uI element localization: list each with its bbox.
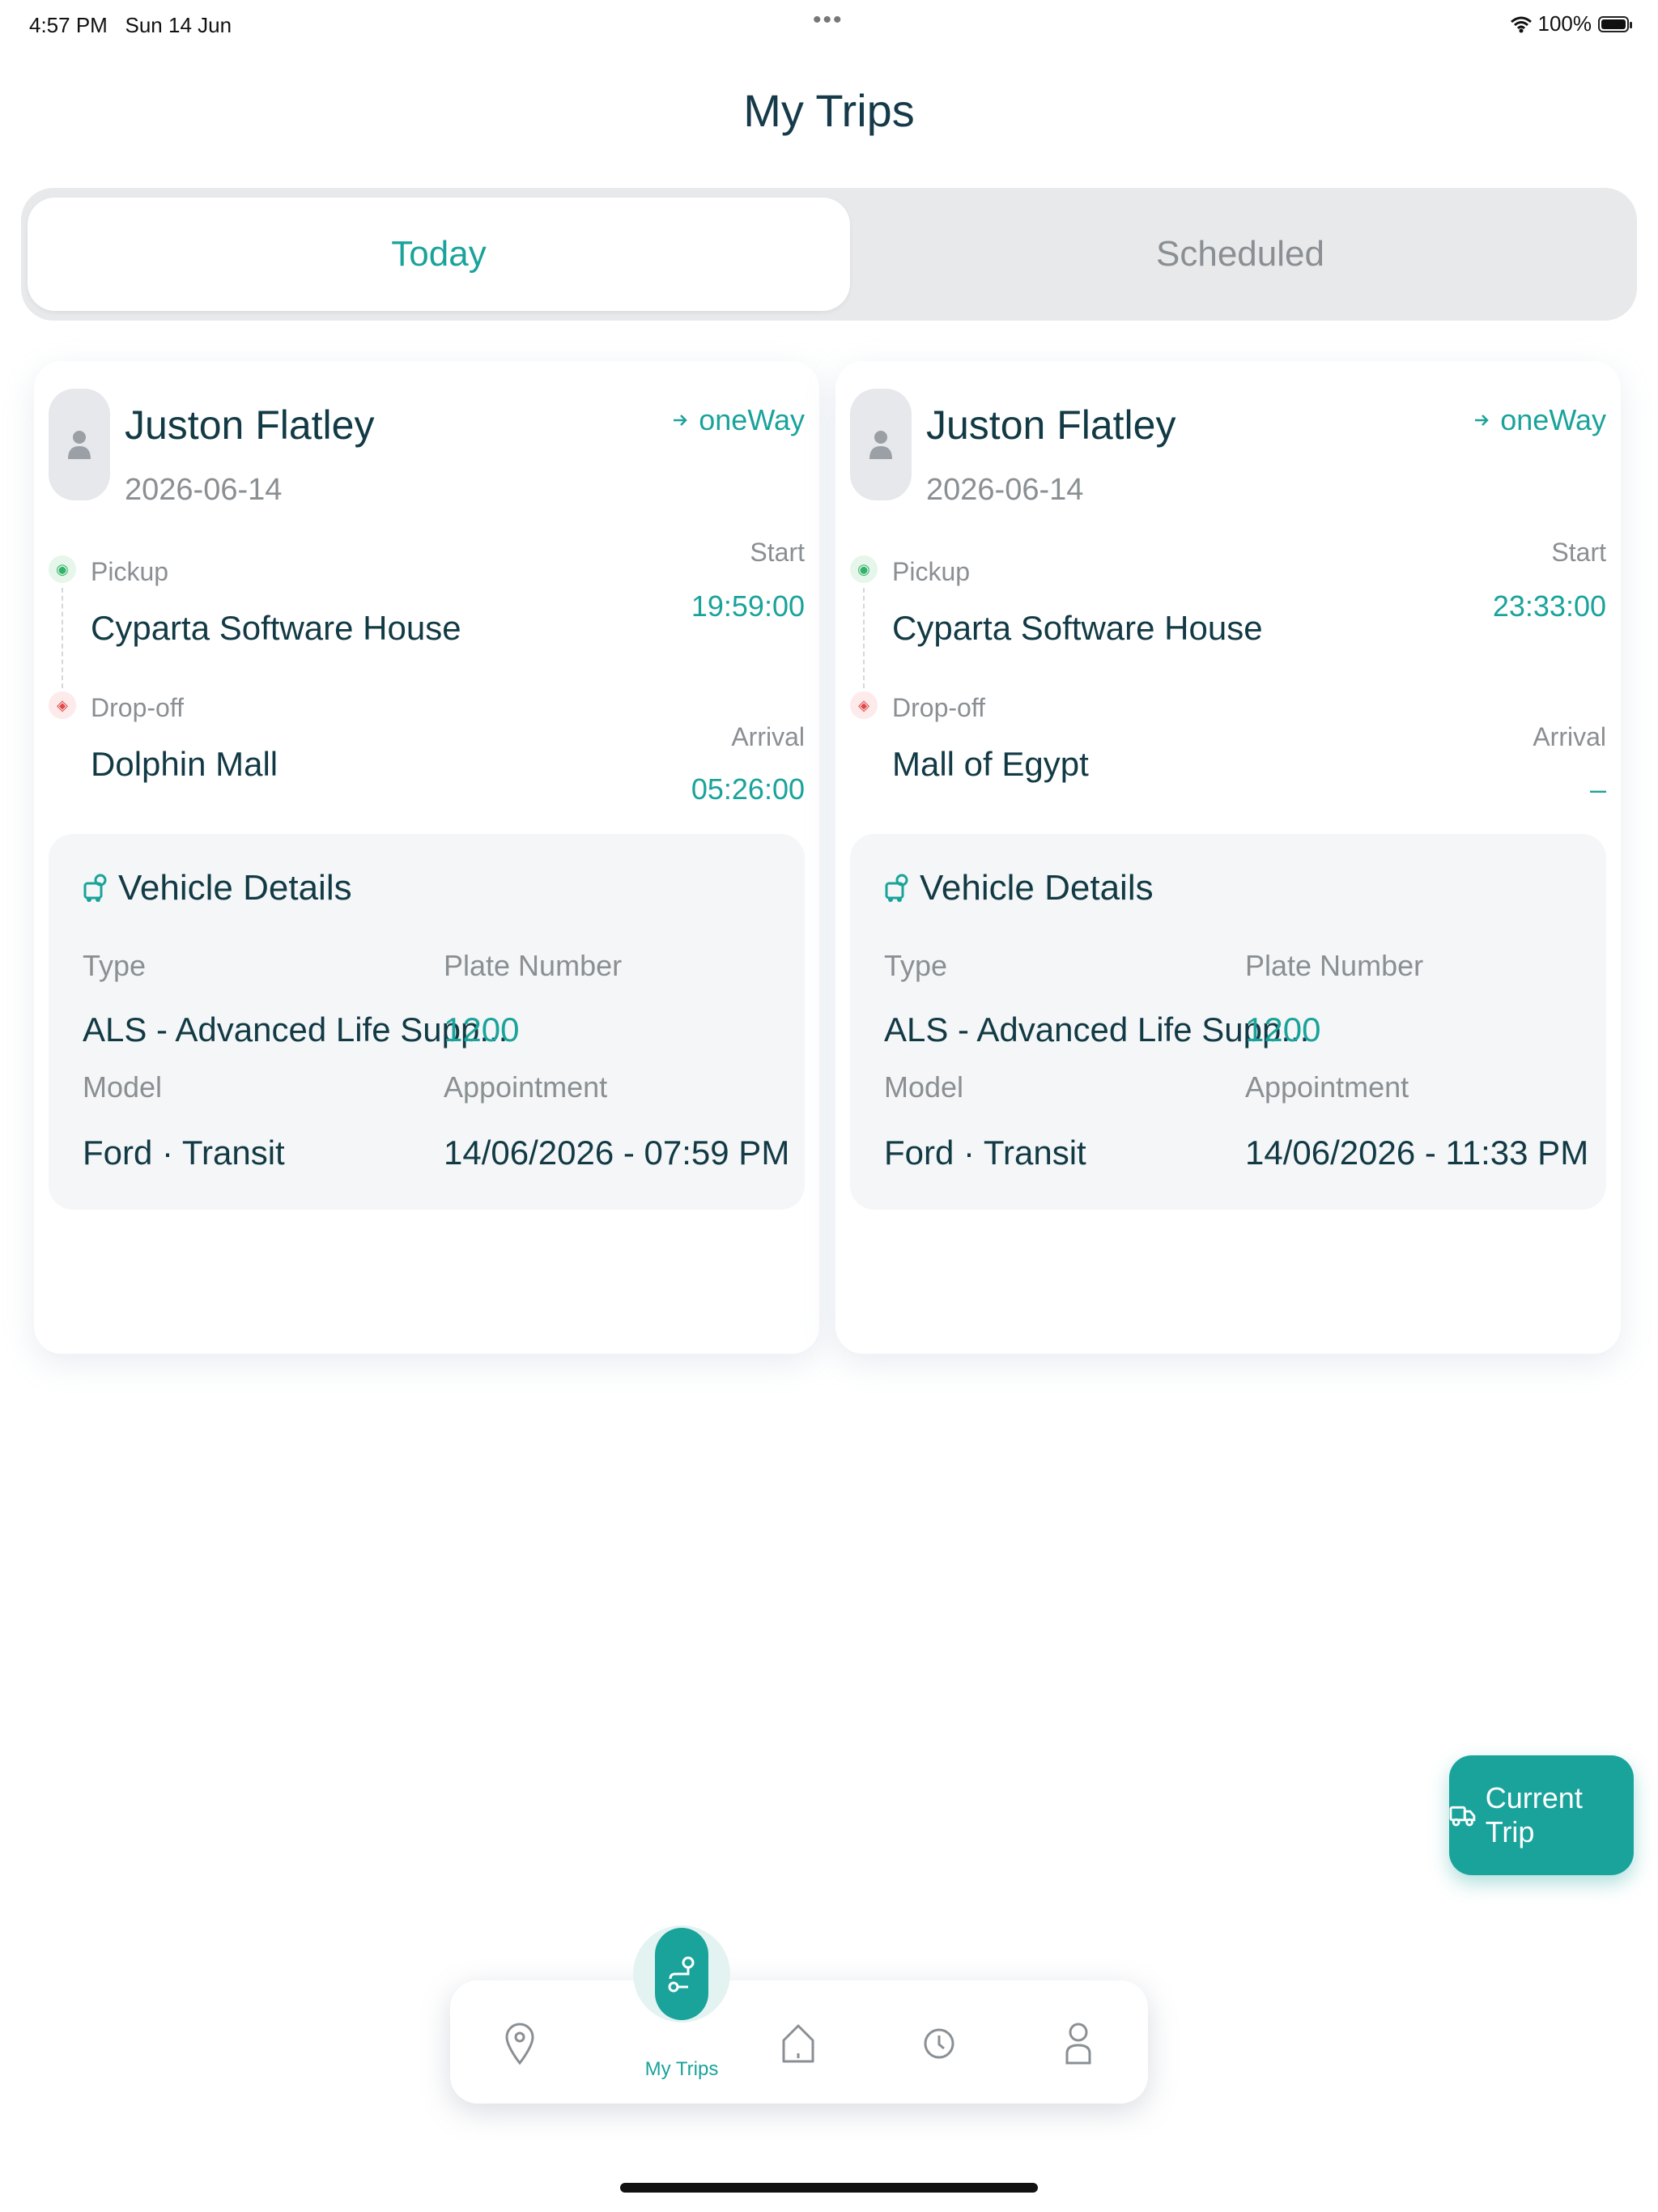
arrival-time: – bbox=[1589, 772, 1606, 806]
status-right: 100% bbox=[1510, 11, 1632, 36]
location-pin-icon bbox=[505, 2023, 534, 2065]
avatar bbox=[49, 389, 110, 500]
pickup-label: Pickup bbox=[892, 557, 971, 586]
profile-icon bbox=[1065, 2023, 1091, 2065]
nav-home[interactable] bbox=[766, 2011, 831, 2076]
vehicle-details-label: Vehicle Details bbox=[920, 868, 1154, 908]
arrival-label: Arrival bbox=[1533, 722, 1606, 751]
vehicle-icon bbox=[83, 874, 107, 902]
nav-my-trips-pill bbox=[655, 1928, 708, 2020]
trip-type-label: oneWay bbox=[699, 403, 805, 436]
dropoff-pin-icon: ◈ bbox=[850, 691, 878, 719]
passenger-name: Juston Flatley bbox=[125, 402, 375, 448]
trip-type-label: oneWay bbox=[1500, 403, 1606, 436]
user-icon bbox=[869, 431, 892, 459]
appointment-label: Appointment bbox=[444, 1070, 608, 1104]
dropoff-location: Mall of Egypt bbox=[892, 745, 1089, 783]
arrival-time: 05:26:00 bbox=[691, 772, 805, 806]
clock-icon bbox=[924, 2028, 954, 2059]
route-line bbox=[863, 588, 865, 688]
nav-my-trips-label[interactable]: My Trips bbox=[609, 2058, 755, 2081]
start-label: Start bbox=[750, 538, 805, 567]
nav-map[interactable] bbox=[487, 2011, 552, 2076]
model-label: Model bbox=[83, 1070, 163, 1104]
dropoff-pin-icon: ◈ bbox=[49, 691, 76, 719]
appointment-value: 14/06/2026 - 07:59 PM bbox=[444, 1134, 790, 1172]
nav-profile[interactable] bbox=[1046, 2011, 1111, 2076]
vehicle-icon bbox=[885, 874, 908, 902]
arrival-label: Arrival bbox=[731, 722, 805, 751]
tab-today[interactable]: Today bbox=[28, 198, 850, 311]
trip-card[interactable]: Juston Flatley 2026-06-14 oneWay ◉ ◈ Pic… bbox=[835, 361, 1621, 1354]
appointment-value: 14/06/2026 - 11:33 PM bbox=[1245, 1134, 1589, 1172]
pickup-pin-icon: ◉ bbox=[49, 555, 76, 583]
vehicle-details-title: Vehicle Details bbox=[83, 868, 352, 908]
trip-card[interactable]: Juston Flatley 2026-06-14 oneWay ◉ ◈ Pic… bbox=[34, 361, 819, 1354]
status-time: 4:57 PM Sun 14 Jun bbox=[29, 13, 232, 38]
trip-type: oneWay bbox=[671, 403, 805, 437]
passenger-name: Juston Flatley bbox=[926, 402, 1176, 448]
pickup-pin-icon: ◉ bbox=[850, 555, 878, 583]
trip-date: 2026-06-14 bbox=[926, 473, 1084, 507]
home-icon bbox=[782, 2024, 814, 2063]
bottom-nav: My Trips bbox=[450, 1925, 1148, 2104]
dropoff-location: Dolphin Mall bbox=[91, 745, 278, 783]
trip-type: oneWay bbox=[1473, 403, 1606, 437]
model-label: Model bbox=[884, 1070, 964, 1104]
wifi-icon bbox=[1510, 16, 1532, 32]
route-icon bbox=[668, 1956, 695, 1993]
vehicle-details: Vehicle Details Type ALS - Advanced Life… bbox=[850, 834, 1606, 1210]
arrow-right-icon bbox=[1475, 415, 1490, 426]
nav-my-trips[interactable] bbox=[633, 1925, 730, 2023]
pickup-location: Cyparta Software House bbox=[91, 609, 461, 647]
truck-icon bbox=[1449, 1806, 1476, 1827]
dropoff-label: Drop-off bbox=[892, 693, 986, 722]
plate-number: 1200 bbox=[444, 1010, 520, 1049]
vehicle-details-title: Vehicle Details bbox=[884, 868, 1154, 908]
home-indicator bbox=[620, 2183, 1038, 2193]
trip-tabs: Today Scheduled bbox=[21, 188, 1637, 321]
pickup-label: Pickup bbox=[91, 557, 169, 586]
battery-percent: 100% bbox=[1537, 11, 1592, 36]
vehicle-model: Ford · Transit bbox=[884, 1134, 1086, 1172]
trip-date: 2026-06-14 bbox=[125, 473, 283, 507]
current-trip-button[interactable]: Current Trip bbox=[1449, 1755, 1634, 1875]
tab-scheduled[interactable]: Scheduled bbox=[850, 198, 1630, 311]
battery-icon bbox=[1598, 15, 1632, 32]
page-title: My Trips bbox=[743, 85, 915, 136]
route-line bbox=[62, 588, 63, 688]
plate-number: 1200 bbox=[1245, 1010, 1321, 1049]
current-trip-label: Current Trip bbox=[1485, 1781, 1583, 1848]
pickup-location: Cyparta Software House bbox=[892, 609, 1263, 647]
multitasking-dots-icon[interactable]: ••• bbox=[813, 6, 844, 34]
start-label: Start bbox=[1551, 538, 1606, 567]
user-icon bbox=[68, 431, 91, 459]
start-time: 19:59:00 bbox=[691, 589, 805, 623]
plate-label: Plate Number bbox=[1245, 949, 1424, 982]
vehicle-details: Vehicle Details Type ALS - Advanced Life… bbox=[49, 834, 805, 1210]
start-time: 23:33:00 bbox=[1492, 589, 1606, 623]
type-label: Type bbox=[884, 949, 948, 982]
status-bar: 4:57 PM Sun 14 Jun ••• 100% bbox=[0, 0, 1658, 52]
arrow-right-icon bbox=[674, 415, 688, 426]
appointment-label: Appointment bbox=[1245, 1070, 1409, 1104]
nav-history[interactable] bbox=[907, 2011, 971, 2076]
dropoff-label: Drop-off bbox=[91, 693, 185, 722]
vehicle-model: Ford · Transit bbox=[83, 1134, 285, 1172]
plate-label: Plate Number bbox=[444, 949, 623, 982]
vehicle-details-label: Vehicle Details bbox=[118, 868, 352, 908]
status-time-text: 4:57 PM bbox=[29, 13, 108, 37]
status-date-text: Sun 14 Jun bbox=[125, 13, 232, 37]
avatar bbox=[850, 389, 912, 500]
type-label: Type bbox=[83, 949, 147, 982]
